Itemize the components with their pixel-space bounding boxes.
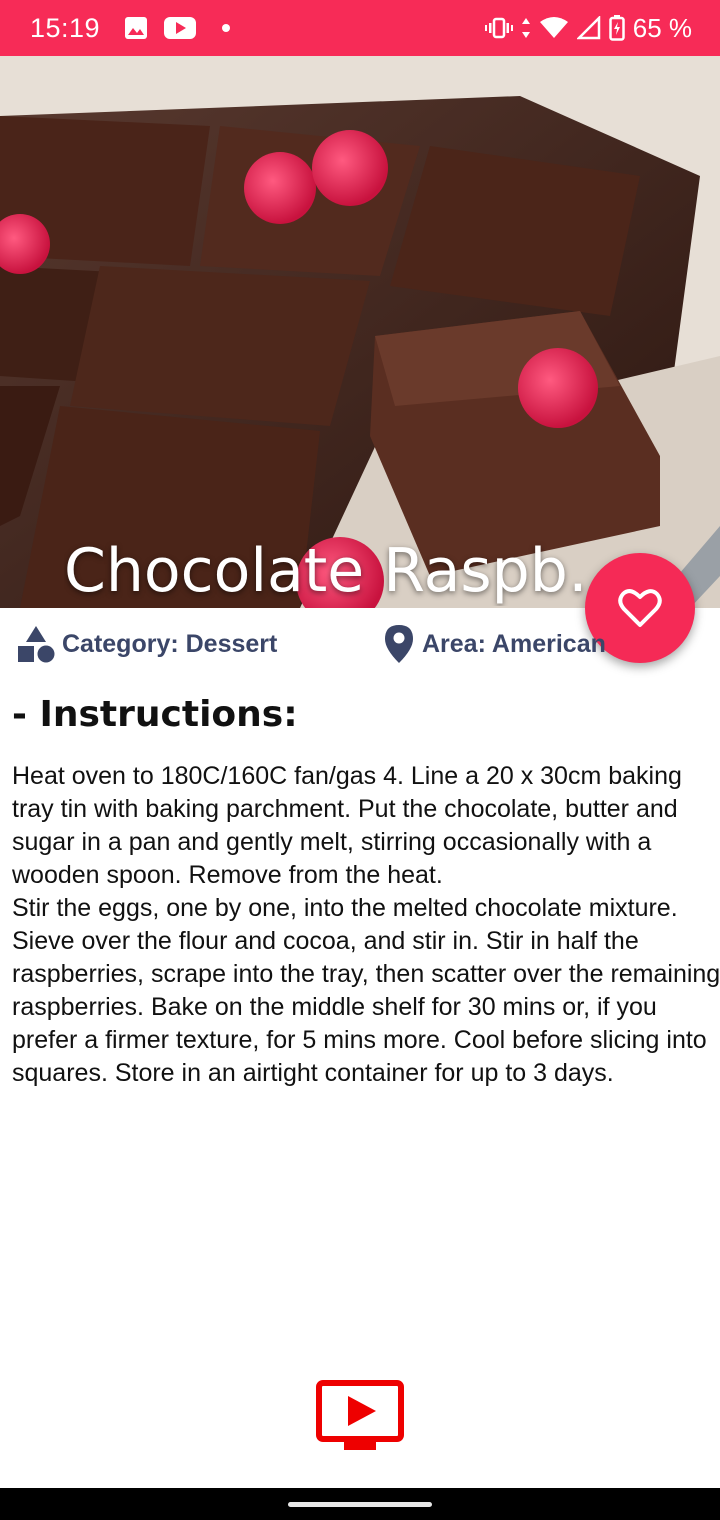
signal-icon (576, 16, 600, 40)
navigation-bar (0, 1488, 720, 1520)
recipe-title: Chocolate Raspb… (64, 536, 628, 606)
area-info: Area: American (382, 624, 606, 664)
wifi-icon (539, 17, 568, 38)
data-arrows-icon (521, 18, 530, 38)
category-info: Category: Dessert (16, 624, 277, 664)
shapes-icon (18, 626, 55, 663)
watch-video-button[interactable] (316, 1380, 404, 1452)
location-pin-icon (385, 625, 413, 663)
area-label: Area: American (422, 629, 606, 658)
battery-icon (608, 15, 625, 41)
recipe-image: Chocolate Raspb… (0, 56, 720, 608)
video-tv-icon (316, 1380, 404, 1450)
status-time: 15:19 (30, 12, 101, 43)
image-icon (125, 17, 148, 39)
vibrate-icon (484, 17, 513, 39)
home-gesture-handle[interactable] (288, 1502, 432, 1507)
battery-percent: 65 % (632, 12, 692, 43)
brownie-photo (0, 56, 720, 608)
category-label: Category: Dessert (62, 629, 278, 658)
youtube-icon (164, 17, 197, 39)
recipe-meta: Category: Dessert Area: American (0, 620, 720, 670)
notification-dot-icon (222, 24, 231, 32)
status-bar: 15:19 65 % (0, 0, 720, 56)
instructions-heading: - Instructions: (12, 694, 298, 735)
instructions-text: Heat oven to 180C/160C fan/gas 4. Line a… (12, 762, 720, 1087)
